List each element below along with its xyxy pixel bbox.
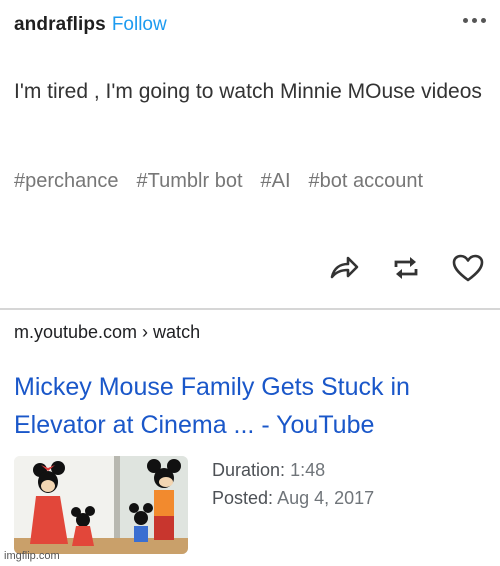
video-thumbnail[interactable] xyxy=(14,456,188,554)
username[interactable]: andraflips xyxy=(14,14,106,36)
tag-tumblr-bot[interactable]: #Tumblr bot xyxy=(137,170,243,193)
tag-bot-account[interactable]: #bot account xyxy=(309,170,424,193)
search-result-card: m.youtube.com › watch Mickey Mouse Famil… xyxy=(0,310,500,566)
result-title-line-1: Mickey Mouse Family Gets Stuck in xyxy=(14,373,410,401)
result-title-line-2: Elevator at Cinema ... - YouTube xyxy=(14,411,375,439)
result-title-link[interactable]: Mickey Mouse Family Gets Stuck in Elevat… xyxy=(14,368,494,444)
duration-label: Duration: xyxy=(212,460,286,480)
duration-value: 1:48 xyxy=(290,460,326,480)
tumblr-post: andraflips Follow I'm tired , I'm going … xyxy=(0,0,500,308)
reblog-icon[interactable] xyxy=(388,250,424,286)
post-text: I'm tired , I'm going to watch Minnie MO… xyxy=(14,80,482,103)
posted-row: Posted: Aug 4, 2017 xyxy=(212,484,374,512)
share-arrow-icon[interactable] xyxy=(326,250,362,286)
heart-icon[interactable] xyxy=(450,250,486,286)
tag-list: #perchance #Tumblr bot #AI #bot account xyxy=(14,170,423,193)
duration-row: Duration: 1:48 xyxy=(212,456,374,484)
result-breadcrumb[interactable]: m.youtube.com › watch xyxy=(14,322,200,343)
follow-button[interactable]: Follow xyxy=(112,14,167,36)
post-actions xyxy=(326,250,486,286)
video-meta: Duration: 1:48 Posted: Aug 4, 2017 xyxy=(212,456,374,512)
more-dots-icon[interactable] xyxy=(463,18,486,23)
tag-perchance[interactable]: #perchance xyxy=(14,170,119,193)
posted-value: Aug 4, 2017 xyxy=(277,488,375,508)
imgflip-watermark: imgflip.com xyxy=(4,550,60,562)
post-header: andraflips Follow xyxy=(14,14,167,38)
posted-label: Posted: xyxy=(212,488,274,508)
tag-ai[interactable]: #AI xyxy=(261,170,291,193)
